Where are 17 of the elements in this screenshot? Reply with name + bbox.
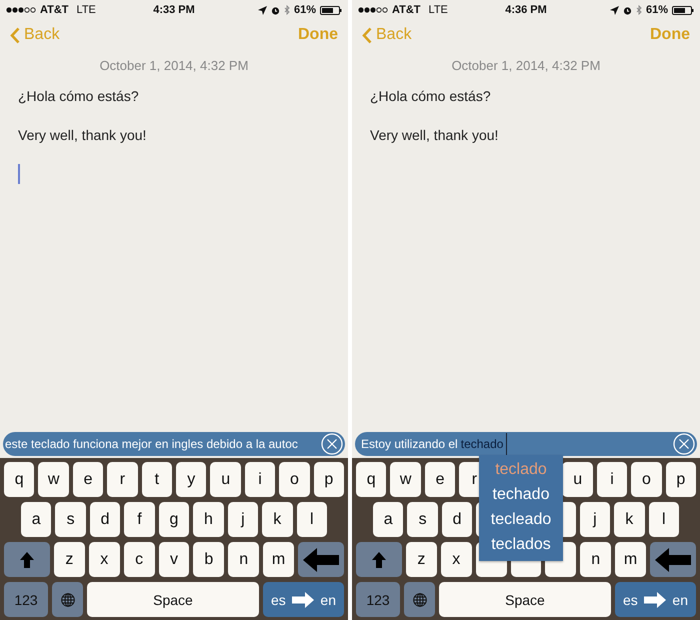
status-time: 4:36 PM (505, 4, 547, 16)
suggested-word: techado (460, 437, 504, 451)
carrier-name: AT&T (392, 4, 421, 16)
carrier-name: AT&T (40, 4, 69, 16)
suggestion-text: este teclado funciona mejor en ingles debido a la autoc (5, 437, 298, 451)
network-type: LTE (428, 4, 448, 16)
note-line: ¿Hola cómo estás? (18, 88, 140, 104)
battery-percent: 61% (646, 4, 668, 16)
suggestion-text: Estoy utilizando el (361, 437, 458, 451)
note-line: Very well, thank you! (18, 127, 148, 143)
battery-percent: 61% (294, 4, 316, 16)
note-date: October 1, 2014, 4:32 PM (450, 58, 602, 73)
note-line: Very well, thank you! (370, 127, 500, 143)
note-line: ¿Hola cómo estás? (370, 88, 492, 104)
status-time: 4:33 PM (153, 4, 195, 16)
note-date: October 1, 2014, 4:32 PM (98, 58, 250, 73)
network-type: LTE (76, 4, 96, 16)
